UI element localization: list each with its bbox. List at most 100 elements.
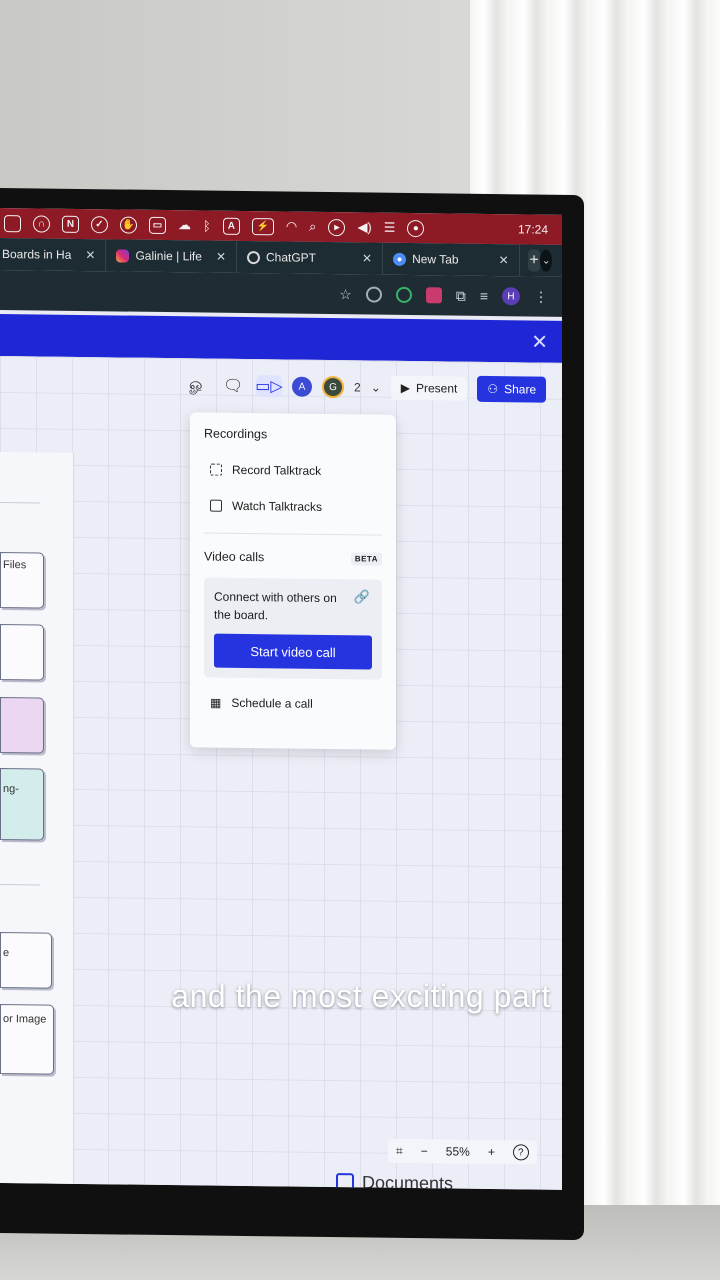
screen: ∩ N ✓ ✋ ▭ ☁ ᛒ A ⚡ ◠ ⌕ ▸ ◀) ☰ ● 17:24 Boa… bbox=[0, 208, 562, 1190]
sidebar-card[interactable]: Files bbox=[0, 552, 44, 609]
documents-tab[interactable]: Documents bbox=[336, 1172, 453, 1190]
extensions-puzzle-icon[interactable]: ⧉ bbox=[456, 287, 466, 304]
divider bbox=[0, 884, 40, 886]
banner-close-icon[interactable]: ✕ bbox=[531, 329, 548, 354]
zoom-controls: ⌗ − 55% + ? bbox=[388, 1138, 537, 1165]
avatar[interactable]: A bbox=[292, 376, 312, 397]
tab-boards[interactable]: Boards in Ha ✕ bbox=[0, 238, 107, 272]
volume-icon[interactable]: ◀) bbox=[357, 219, 371, 235]
tab-close-icon[interactable]: ✕ bbox=[216, 250, 226, 264]
headphones-icon[interactable]: ∩ bbox=[33, 214, 50, 233]
tab-close-icon[interactable]: ✕ bbox=[362, 251, 372, 265]
notion-icon[interactable]: N bbox=[62, 215, 79, 233]
divider bbox=[204, 532, 382, 536]
sidebar-card[interactable]: ng- bbox=[0, 768, 44, 841]
documents-label: Documents bbox=[362, 1172, 454, 1190]
sidebar-card[interactable] bbox=[0, 624, 44, 681]
extension-green-icon[interactable] bbox=[395, 286, 412, 304]
browser-menu-icon[interactable]: ⋮ bbox=[534, 288, 548, 305]
card-label: Files bbox=[3, 559, 27, 572]
recordings-heading: Recordings bbox=[204, 426, 268, 442]
tab-search-dropdown-icon[interactable]: ⌄ bbox=[540, 249, 552, 272]
window-icon[interactable] bbox=[4, 214, 21, 232]
collaborator-count[interactable]: 2 bbox=[354, 380, 361, 394]
app-banner: ✕ bbox=[0, 314, 562, 363]
chevron-down-icon[interactable]: ⌄ bbox=[371, 381, 381, 395]
present-label: Present bbox=[415, 381, 458, 396]
comments-icon[interactable]: 🗨 bbox=[220, 375, 246, 397]
watch-talktracks-label: Watch Talktracks bbox=[232, 498, 323, 514]
record-talktrack-label: Record Talktrack bbox=[232, 462, 322, 478]
left-panel: Files ng- e or Image bbox=[0, 452, 74, 1184]
schedule-call-label: Schedule a call bbox=[231, 695, 313, 711]
video-caption: and the most exciting part bbox=[0, 978, 720, 1015]
bookmark-star-icon[interactable]: ☆ bbox=[339, 286, 352, 303]
reactions-icon[interactable]: ௐ bbox=[184, 374, 210, 396]
watch-talktracks-item[interactable]: Watch Talktracks bbox=[204, 498, 382, 514]
input-source-icon[interactable]: A bbox=[222, 217, 240, 235]
tab-close-icon[interactable]: ✕ bbox=[85, 248, 95, 262]
bluetooth-icon[interactable]: ᛒ bbox=[203, 218, 211, 233]
tab-label: New Tab bbox=[412, 252, 459, 267]
avatar[interactable]: G bbox=[322, 375, 344, 399]
watch-icon bbox=[210, 499, 222, 512]
video-call-icon[interactable]: ▭▷ bbox=[255, 375, 283, 398]
play-icon[interactable]: ▸ bbox=[328, 218, 346, 236]
extension-pink-icon[interactable] bbox=[425, 287, 442, 304]
search-icon[interactable]: ⌕ bbox=[309, 219, 316, 235]
board-toolbar: ௐ 🗨 ▭▷ A G 2 ⌄ ▶ Present ⚇ Share bbox=[184, 372, 547, 403]
tab-chatgpt[interactable]: ChatGPT ✕ bbox=[237, 240, 384, 275]
menubar-clock[interactable]: 17:24 bbox=[518, 222, 562, 237]
document-icon bbox=[336, 1172, 354, 1190]
new-tab-button[interactable]: + bbox=[527, 249, 541, 272]
instagram-icon bbox=[116, 248, 130, 263]
calendar-icon: ▦ bbox=[210, 695, 222, 710]
card-label: ng- bbox=[3, 783, 19, 796]
zoom-in-button[interactable]: + bbox=[488, 1145, 495, 1159]
share-button[interactable]: ⚇ Share bbox=[477, 375, 547, 403]
card-label: e bbox=[3, 947, 10, 960]
zoom-out-button[interactable]: − bbox=[421, 1144, 428, 1158]
divider bbox=[0, 502, 40, 504]
sidebar-card[interactable] bbox=[0, 697, 44, 754]
monitor: ∩ N ✓ ✋ ▭ ☁ ᛒ A ⚡ ◠ ⌕ ▸ ◀) ☰ ● 17:24 Boa… bbox=[0, 188, 584, 1241]
hand-icon[interactable]: ✋ bbox=[120, 215, 137, 234]
video-call-dropdown: Recordings Record Talktrack Watch Talktr… bbox=[190, 412, 396, 750]
connect-box: Connect with others on the board. 🔗 Star… bbox=[204, 577, 382, 680]
extension-sync-icon[interactable] bbox=[365, 286, 382, 303]
tab-new-tab[interactable]: New Tab ✕ bbox=[383, 242, 520, 277]
chatgpt-icon bbox=[247, 250, 260, 264]
chrome-icon bbox=[393, 252, 407, 266]
profile-avatar[interactable]: H bbox=[502, 287, 520, 306]
start-video-call-button[interactable]: Start video call bbox=[214, 633, 372, 670]
display-icon[interactable]: ▭ bbox=[149, 216, 166, 234]
wifi-icon[interactable]: ◠ bbox=[286, 218, 297, 234]
present-button[interactable]: ▶ Present bbox=[390, 375, 468, 401]
user-icon: ⚇ bbox=[487, 381, 499, 397]
record-icon bbox=[210, 463, 222, 476]
fit-frame-icon[interactable]: ⌗ bbox=[396, 1143, 403, 1158]
connect-text: Connect with others on the board. bbox=[214, 589, 337, 623]
zoom-level[interactable]: 55% bbox=[446, 1144, 470, 1158]
schedule-call-item[interactable]: ▦ Schedule a call bbox=[204, 695, 382, 711]
share-label: Share bbox=[504, 382, 537, 397]
tab-instagram[interactable]: Galinie | Life ✕ bbox=[106, 239, 237, 273]
record-talktrack-item[interactable]: Record Talktrack bbox=[204, 462, 382, 478]
beta-badge: BETA bbox=[350, 551, 382, 566]
battery-icon[interactable]: ⚡ bbox=[251, 217, 274, 235]
siri-icon[interactable]: ● bbox=[407, 219, 425, 237]
link-icon[interactable]: 🔗 bbox=[354, 589, 370, 605]
tab-label: Galinie | Life bbox=[135, 248, 202, 264]
tab-close-icon[interactable]: ✕ bbox=[499, 253, 509, 267]
caption-text: and the most exciting part bbox=[171, 978, 551, 1014]
board-canvas[interactable]: ௐ 🗨 ▭▷ A G 2 ⌄ ▶ Present ⚇ Share Files n… bbox=[0, 356, 562, 1190]
browser-toolbar: ☆ ⧉ ≡ H ⋮ bbox=[0, 270, 562, 317]
help-icon[interactable]: ? bbox=[512, 1144, 529, 1161]
cloud-icon[interactable]: ☁ bbox=[178, 217, 191, 233]
tab-label: ChatGPT bbox=[266, 250, 317, 265]
control-center-icon[interactable]: ☰ bbox=[384, 220, 396, 236]
klack-icon[interactable]: ✓ bbox=[91, 215, 108, 233]
media-queue-icon[interactable]: ≡ bbox=[480, 288, 488, 304]
video-calls-heading: Video calls bbox=[204, 549, 265, 565]
tab-label: Boards in Ha bbox=[2, 247, 72, 262]
